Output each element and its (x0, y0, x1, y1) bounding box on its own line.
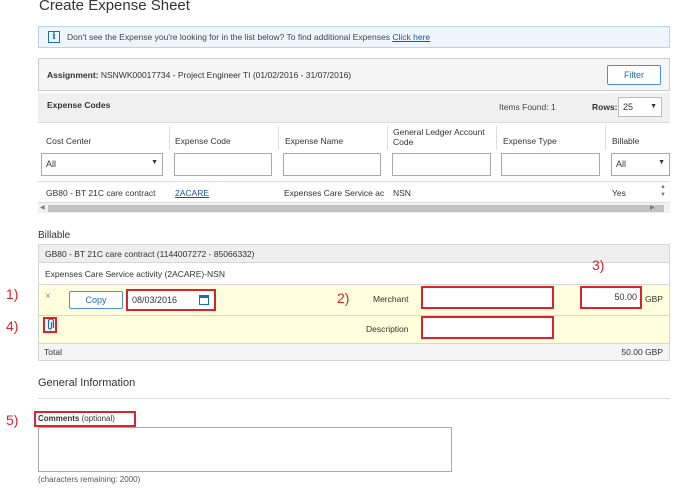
assignment-text: Assignment: NSNWK00017734 - Project Engi… (47, 70, 351, 80)
expense-name-filter[interactable] (283, 153, 381, 176)
annotation-2: 2) (337, 290, 350, 306)
comments-optional: (optional) (81, 414, 115, 423)
col-divider (387, 126, 388, 150)
description-label: Description (366, 324, 409, 334)
col-cost-center[interactable]: Cost Center (46, 136, 91, 146)
col-expense-name[interactable]: Expense Name (285, 136, 343, 146)
col-billable[interactable]: Billable (612, 136, 639, 146)
items-found: Items Found: 1 (499, 102, 556, 112)
expense-code-filter[interactable] (174, 153, 272, 176)
scroll-up-icon[interactable]: ▲ (660, 184, 666, 190)
billable-group-header: GB80 - BT 21C care contract (1144007272 … (38, 244, 670, 263)
annotation-5: 5) (6, 412, 19, 428)
assignment-label: Assignment: (47, 70, 99, 80)
copy-button[interactable]: Copy (69, 291, 123, 309)
expense-codes-title: Expense Codes (47, 100, 111, 110)
billable-filter[interactable]: All ▼ (611, 153, 670, 176)
cell-cost-center: GB80 - BT 21C care contract (46, 188, 156, 198)
annotation-3: 3) (592, 257, 605, 273)
col-divider (496, 126, 497, 150)
group-header-text: GB80 - BT 21C care contract (1144007272 … (45, 249, 255, 259)
filter-button[interactable]: Filter (607, 65, 661, 85)
characters-remaining: (characters remaining: 2000) (38, 475, 141, 484)
page-title: Create Expense Sheet (39, 0, 190, 14)
currency-label: GBP (645, 294, 663, 304)
remove-icon[interactable]: × (45, 291, 51, 302)
col-gl-code[interactable]: General Ledger Account Code (393, 127, 503, 147)
cell-expense-code-link[interactable]: 2ACARE (175, 188, 209, 198)
paperclip-icon[interactable] (43, 317, 57, 333)
rows-value: 25 (623, 102, 634, 112)
scroll-right-icon[interactable]: ▶ (650, 204, 655, 211)
chevron-down-icon: ▼ (658, 159, 665, 166)
general-info-title: General Information (38, 377, 136, 389)
rows-select[interactable]: 25 ▼ (618, 97, 662, 117)
total-value: 50.00 GBP (621, 347, 663, 357)
description-input[interactable] (421, 316, 554, 339)
expense-item-row: × Copy 08/03/2016 Merchant 50.00 GBP (38, 285, 670, 316)
horizontal-scrollbar[interactable]: ◀ ▶ (38, 202, 670, 213)
table-row[interactable]: GB80 - BT 21C care contract 2ACARE Expen… (38, 181, 670, 201)
col-expense-type[interactable]: Expense Type (503, 136, 557, 146)
cost-center-filter-value: All (46, 159, 57, 169)
merchant-input[interactable] (421, 286, 554, 309)
assignment-bar: Assignment: NSNWK00017734 - Project Engi… (38, 58, 670, 91)
expense-item-row-2: Description (38, 316, 670, 344)
rows-label: Rows: (592, 102, 618, 112)
date-input[interactable]: 08/03/2016 (126, 289, 216, 311)
gl-code-filter[interactable] (392, 153, 491, 176)
col-divider (605, 126, 606, 150)
activity-text: Expenses Care Service activity (2ACARE)-… (45, 269, 225, 279)
billable-filter-value: All (616, 159, 627, 169)
cost-center-filter[interactable]: All ▼ (41, 153, 163, 176)
calendar-icon[interactable] (199, 295, 209, 305)
col-divider (278, 126, 279, 150)
cell-gl-code: NSN (393, 188, 411, 198)
comments-label: Comments (optional) (34, 411, 136, 427)
info-icon: i (48, 31, 60, 43)
billable-section-label: Billable (38, 230, 71, 241)
cell-billable: Yes (612, 188, 626, 198)
info-message: Don't see the Expense you're looking for… (67, 32, 390, 42)
billable-activity-row: Expenses Care Service activity (2ACARE)-… (38, 263, 670, 285)
scroll-left-icon[interactable]: ◀ (40, 204, 45, 211)
total-label: Total (44, 347, 62, 357)
col-expense-code[interactable]: Expense Code (175, 136, 231, 146)
divider (38, 398, 670, 399)
info-banner: i Don't see the Expense you're looking f… (38, 26, 670, 48)
merchant-label: Merchant (373, 294, 409, 304)
amount-input[interactable]: 50.00 (580, 286, 642, 309)
expense-type-filter[interactable] (501, 153, 600, 176)
date-value: 08/03/2016 (132, 295, 178, 305)
total-row: Total 50.00 GBP (38, 344, 670, 361)
annotation-1: 1) (6, 286, 19, 302)
info-text: Don't see the Expense you're looking for… (67, 32, 430, 42)
col-divider (169, 126, 170, 150)
comments-textarea[interactable] (38, 427, 452, 472)
chevron-down-icon: ▼ (650, 103, 657, 110)
click-here-link[interactable]: Click here (392, 32, 430, 42)
expense-codes-header: Expense Codes Items Found: 1 Rows: 25 ▼ (38, 93, 670, 123)
comments-label-text: Comments (38, 414, 80, 423)
annotation-4: 4) (6, 318, 19, 334)
scrollbar-thumb[interactable] (48, 205, 664, 212)
assignment-value: NSNWK00017734 - Project Engineer TI (01/… (100, 70, 352, 80)
cell-expense-name: Expenses Care Service ac (284, 188, 385, 198)
chevron-down-icon: ▼ (151, 159, 158, 166)
scroll-down-icon[interactable]: ▼ (660, 192, 666, 198)
